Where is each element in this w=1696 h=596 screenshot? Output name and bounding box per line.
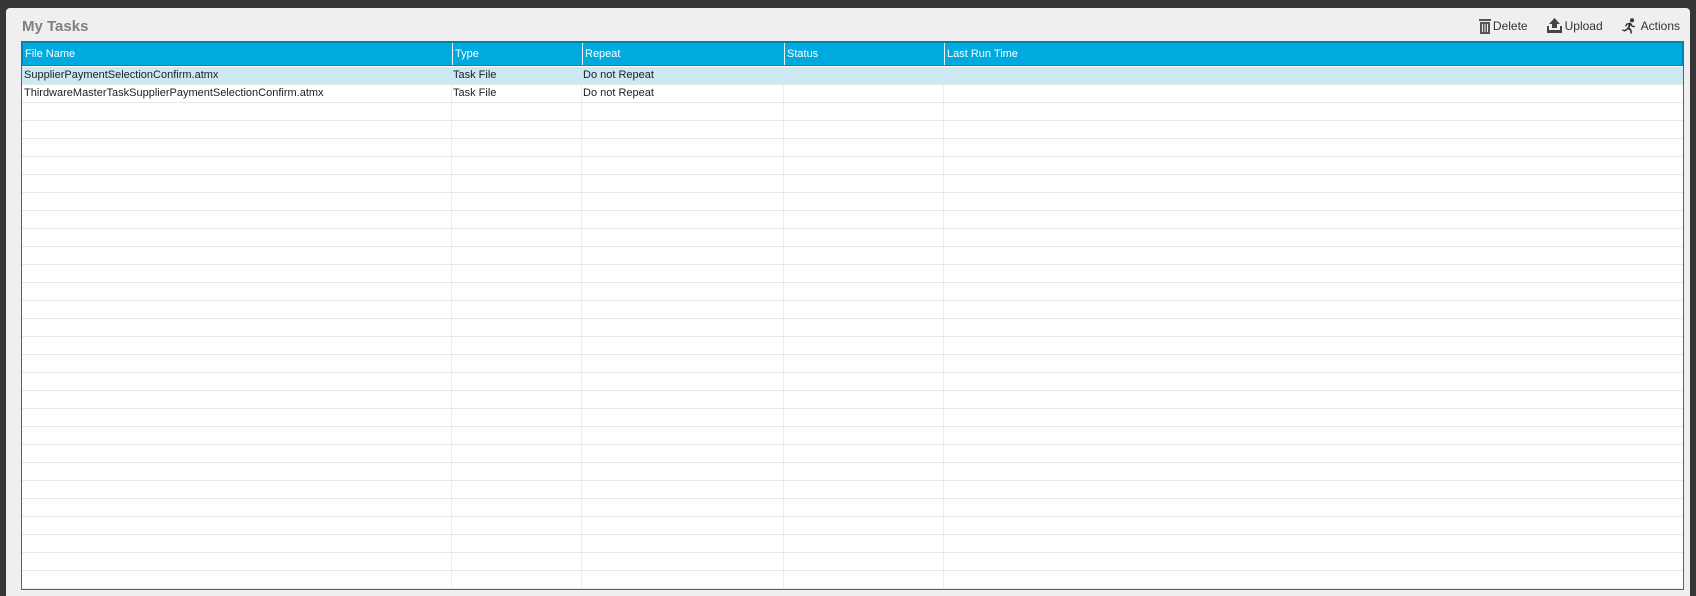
upload-button[interactable]: Upload bbox=[1546, 18, 1603, 34]
empty-table-row bbox=[22, 265, 1683, 283]
table-row[interactable]: SupplierPaymentSelectionConfirm.atmx Tas… bbox=[22, 67, 1683, 85]
empty-table-row bbox=[22, 337, 1683, 355]
empty-table-row bbox=[22, 247, 1683, 265]
empty-table-row bbox=[22, 391, 1683, 409]
file-name-cell: SupplierPaymentSelectionConfirm.atmx bbox=[24, 69, 219, 81]
empty-table-row bbox=[22, 481, 1683, 499]
empty-table-row bbox=[22, 211, 1683, 229]
column-header-repeat[interactable]: Repeat bbox=[582, 43, 784, 65]
empty-table-row bbox=[22, 373, 1683, 391]
delete-button[interactable]: Delete bbox=[1478, 18, 1528, 34]
table-row[interactable]: ThirdwareMasterTaskSupplierPaymentSelect… bbox=[22, 85, 1683, 103]
empty-table-row bbox=[22, 589, 1683, 590]
empty-table-row bbox=[22, 355, 1683, 373]
empty-table-row bbox=[22, 175, 1683, 193]
empty-table-row bbox=[22, 517, 1683, 535]
empty-table-row bbox=[22, 463, 1683, 481]
toolbar: Delete Upload Actions bbox=[1461, 14, 1680, 38]
column-header-last-run-time[interactable]: Last Run Time bbox=[944, 43, 1683, 65]
my-tasks-panel: My Tasks Delete Upload Actions File Name… bbox=[6, 8, 1690, 596]
delete-label: Delete bbox=[1492, 19, 1528, 33]
upload-label: Upload bbox=[1564, 19, 1603, 33]
file-name-cell: ThirdwareMasterTaskSupplierPaymentSelect… bbox=[24, 87, 324, 99]
repeat-cell: Do not Repeat bbox=[583, 87, 654, 99]
empty-table-row bbox=[22, 103, 1683, 121]
empty-table-row bbox=[22, 409, 1683, 427]
empty-table-row bbox=[22, 157, 1683, 175]
empty-table-row bbox=[22, 139, 1683, 157]
column-header-type[interactable]: Type bbox=[452, 43, 582, 65]
empty-table-row bbox=[22, 427, 1683, 445]
empty-table-row bbox=[22, 499, 1683, 517]
repeat-cell: Do not Repeat bbox=[583, 69, 654, 81]
actions-button[interactable]: Actions bbox=[1621, 18, 1680, 34]
column-header-file-name[interactable]: File Name bbox=[23, 43, 452, 65]
empty-table-row bbox=[22, 535, 1683, 553]
upload-icon bbox=[1546, 18, 1565, 34]
trash-icon bbox=[1478, 18, 1493, 34]
empty-table-row bbox=[22, 319, 1683, 337]
table-header: File Name Type Repeat Status Last Run Ti… bbox=[22, 42, 1683, 66]
actions-label: Actions bbox=[1640, 19, 1680, 33]
table-body: SupplierPaymentSelectionConfirm.atmx Tas… bbox=[22, 67, 1683, 589]
empty-table-row bbox=[22, 193, 1683, 211]
type-cell: Task File bbox=[453, 87, 497, 99]
empty-table-row bbox=[22, 571, 1683, 589]
empty-table-row bbox=[22, 445, 1683, 463]
empty-table-row bbox=[22, 553, 1683, 571]
empty-table-row bbox=[22, 283, 1683, 301]
empty-table-row bbox=[22, 121, 1683, 139]
last-run-time-cell bbox=[943, 67, 1683, 84]
tasks-table: File Name Type Repeat Status Last Run Ti… bbox=[21, 41, 1684, 590]
last-run-time-cell bbox=[943, 85, 1683, 102]
empty-table-row bbox=[22, 229, 1683, 247]
running-man-icon bbox=[1621, 18, 1639, 34]
column-header-status[interactable]: Status bbox=[784, 43, 944, 65]
type-cell: Task File bbox=[453, 69, 497, 81]
status-cell bbox=[783, 67, 943, 84]
empty-table-row bbox=[22, 301, 1683, 319]
status-cell bbox=[783, 85, 943, 102]
panel-title: My Tasks bbox=[22, 18, 89, 35]
